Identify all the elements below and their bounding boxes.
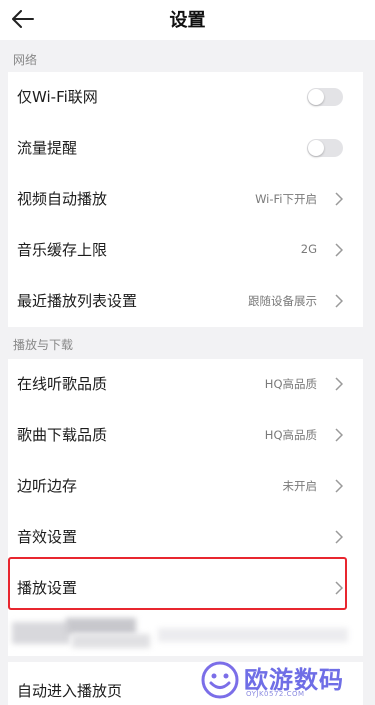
setting-row-sound-effects[interactable]: 音效设置 xyxy=(8,512,363,563)
setting-label: 自动进入播放页 xyxy=(17,682,123,700)
chevron-right-icon xyxy=(335,479,343,493)
toggle-knob xyxy=(308,89,324,105)
setting-value: HQ高品质 xyxy=(264,428,317,442)
setting-row-data-alert[interactable]: 流量提醒 xyxy=(8,123,363,174)
setting-value: 跟随设备展示 xyxy=(248,294,317,308)
blur-patch xyxy=(158,628,348,642)
section-label-network: 网络 xyxy=(13,53,38,67)
blur-patch xyxy=(66,618,136,634)
smiley-logo-icon xyxy=(201,661,239,699)
setting-row-playback-settings[interactable]: 播放设置 xyxy=(8,563,363,614)
chevron-right-icon xyxy=(335,294,343,308)
setting-label: 视频自动播放 xyxy=(17,190,108,208)
setting-value: 2G xyxy=(300,242,317,256)
wifi-only-toggle[interactable] xyxy=(307,88,343,106)
setting-row-recent-playlist[interactable]: 最近播放列表设置 跟随设备展示 xyxy=(8,276,363,327)
setting-label: 歌曲下载品质 xyxy=(17,426,108,444)
setting-value: Wi-Fi下开启 xyxy=(255,192,317,206)
watermark: 欧游数码 OYJK0572.COM xyxy=(200,658,360,702)
setting-label: 流量提醒 xyxy=(17,139,78,157)
toggle-knob xyxy=(308,140,324,156)
chevron-right-icon xyxy=(335,377,343,391)
chevron-right-icon xyxy=(335,428,343,442)
data-alert-toggle[interactable] xyxy=(307,139,343,157)
blurred-setting-row xyxy=(8,610,363,656)
setting-label: 在线听歌品质 xyxy=(17,375,108,393)
playback-settings-card: 在线听歌品质 HQ高品质 歌曲下载品质 HQ高品质 边听边存 未开启 音效设置 … xyxy=(8,359,363,610)
setting-row-download-quality[interactable]: 歌曲下载品质 HQ高品质 xyxy=(8,410,363,461)
setting-row-wifi-only[interactable]: 仅Wi-Fi联网 xyxy=(8,72,363,123)
setting-row-listen-and-save[interactable]: 边听边存 未开启 xyxy=(8,461,363,512)
chevron-right-icon xyxy=(335,581,343,595)
section-label-playback-download: 播放与下载 xyxy=(13,338,74,352)
setting-value: 未开启 xyxy=(282,479,318,493)
watermark-subtext: OYJK0572.COM xyxy=(246,690,305,698)
setting-value: HQ高品质 xyxy=(264,377,317,391)
setting-label: 边听边存 xyxy=(17,477,78,495)
header-bar: 设置 xyxy=(0,0,375,40)
chevron-right-icon xyxy=(335,530,343,544)
setting-label: 播放设置 xyxy=(17,579,78,597)
blur-patch xyxy=(72,634,150,648)
network-settings-card: 仅Wi-Fi联网 流量提醒 视频自动播放 Wi-Fi下开启 音乐缓存上限 2G … xyxy=(8,72,363,327)
setting-row-cache-limit[interactable]: 音乐缓存上限 2G xyxy=(8,225,363,276)
setting-label: 最近播放列表设置 xyxy=(17,292,138,310)
setting-row-video-autoplay[interactable]: 视频自动播放 Wi-Fi下开启 xyxy=(8,174,363,225)
setting-label: 仅Wi-Fi联网 xyxy=(17,88,98,106)
page-title: 设置 xyxy=(169,10,206,31)
setting-label: 音效设置 xyxy=(17,528,78,546)
chevron-right-icon xyxy=(335,243,343,257)
setting-row-online-quality[interactable]: 在线听歌品质 HQ高品质 xyxy=(8,359,363,410)
blur-patch xyxy=(12,622,70,644)
setting-label: 音乐缓存上限 xyxy=(17,241,108,259)
chevron-right-icon xyxy=(335,192,343,206)
settings-page: 设置 网络 仅Wi-Fi联网 流量提醒 视频自动播放 Wi-Fi下开启 音乐缓存… xyxy=(0,0,375,705)
